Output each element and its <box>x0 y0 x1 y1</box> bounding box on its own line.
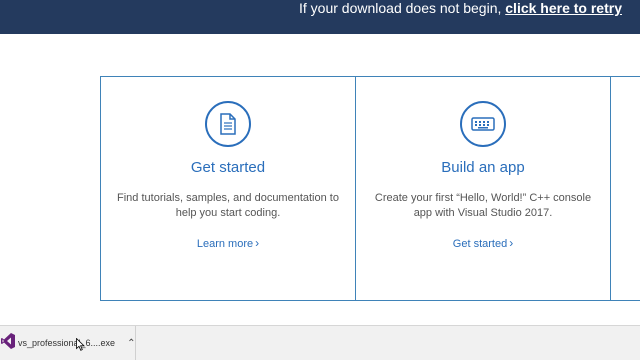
download-item[interactable]: vs_professional_6....exe ⌃ <box>0 326 136 360</box>
chevron-right-icon: › <box>255 236 260 250</box>
banner-text: If your download does not begin, <box>299 0 506 16</box>
get-started-link[interactable]: Get started › <box>356 236 610 250</box>
retry-download-link[interactable]: click here to retry <box>505 0 622 16</box>
keyboard-icon <box>460 101 506 147</box>
card-description: Create your first “Hello, World!” C++ co… <box>374 192 592 219</box>
learn-more-label: Learn more <box>196 238 254 250</box>
download-file-name: vs_professional_6....exe <box>18 338 116 348</box>
get-started-label: Get started <box>452 238 508 250</box>
chevron-right-icon: › <box>509 236 514 250</box>
visual-studio-icon <box>0 332 15 354</box>
chevron-up-icon[interactable]: ⌃ <box>127 338 135 349</box>
learn-more-link[interactable]: Learn more › <box>101 236 355 250</box>
main-content: Get started Find tutorials, samples, and… <box>0 34 640 325</box>
card-description: Find tutorials, samples, and documentati… <box>117 192 339 219</box>
document-icon <box>205 101 251 147</box>
card-partial <box>610 76 640 301</box>
card-build-an-app: Build an app Create your first “Hello, W… <box>355 76 611 301</box>
downloads-bar: vs_professional_6....exe ⌃ <box>0 325 640 360</box>
download-banner: If your download does not begin, click h… <box>0 0 640 34</box>
card-title: Get started <box>190 159 266 176</box>
card-get-started: Get started Find tutorials, samples, and… <box>100 76 356 301</box>
mouse-cursor-icon <box>76 338 85 351</box>
banner-message: If your download does not begin, click h… <box>299 0 622 17</box>
card-title: Build an app <box>441 159 525 176</box>
